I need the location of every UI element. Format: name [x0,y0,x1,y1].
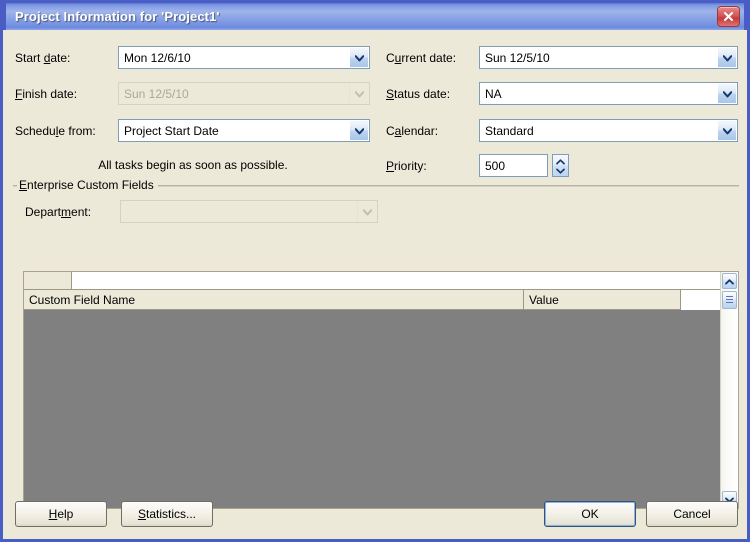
priority-row: Priority: 500 [386,154,586,177]
cancel-button[interactable]: Cancel [646,501,738,527]
scrollbar-up-button[interactable] [722,273,737,289]
status-date-row: Status date: NA [386,82,741,105]
close-icon [723,11,734,22]
chevron-up-icon [725,274,734,288]
priority-stepper[interactable]: 500 [479,154,569,177]
chevron-down-icon [362,205,372,219]
status-date-dropdown-button[interactable] [717,84,736,103]
help-button[interactable]: Help [15,501,107,527]
schedule-from-value: Project Start Date [124,123,219,138]
statistics-button[interactable]: Statistics... [121,501,213,527]
dialog-client-area: Start date: Mon 12/6/10 Finish date: Sun… [3,30,747,539]
current-date-value: Sun 12/5/10 [485,50,550,65]
start-date-row: Start date: Mon 12/6/10 [15,46,375,69]
title-bar[interactable]: Project Information for 'Project1' [3,0,747,30]
group-box-title: Enterprise Custom Fields [17,178,158,192]
finish-date-dropdown-button [349,84,368,103]
department-row: Department: [25,200,385,223]
spinner-down-button[interactable] [556,166,565,175]
finish-date-combo: Sun 12/5/10 [118,82,370,105]
department-label: Department: [25,204,92,219]
chevron-down-icon [354,124,364,138]
calendar-label: Calendar: [386,123,439,138]
current-date-dropdown-button[interactable] [717,48,736,67]
calendar-combo[interactable]: Standard [479,119,738,142]
status-date-label: Status date: [386,86,451,101]
priority-label: Priority: [386,158,427,173]
calendar-value: Standard [485,123,534,138]
chevron-down-icon [722,51,732,65]
start-date-dropdown-button[interactable] [349,48,368,67]
calendar-dropdown-button[interactable] [717,121,736,140]
schedule-from-dropdown-button[interactable] [349,121,368,140]
schedule-from-combo[interactable]: Project Start Date [118,119,370,142]
scrollbar-grip-icon [726,296,733,304]
status-date-value: NA [485,86,502,101]
start-date-value: Mon 12/6/10 [124,50,191,65]
grid-top-strip [24,272,738,290]
status-date-combo[interactable]: NA [479,82,738,105]
current-date-row: Current date: Sun 12/5/10 [386,46,741,69]
department-combo [120,200,378,223]
grid-body[interactable] [24,310,721,508]
ok-button[interactable]: OK [544,501,636,527]
scrollbar-thumb[interactable] [722,291,737,309]
current-date-label: Current date: [386,50,457,65]
column-header-custom-field-name[interactable]: Custom Field Name [24,290,524,310]
chevron-down-icon [556,163,565,177]
chevron-down-icon [354,87,364,101]
finish-date-value: Sun 12/5/10 [124,86,189,101]
calendar-row: Calendar: Standard [386,119,741,142]
window-title: Project Information for 'Project1' [15,9,220,24]
chevron-down-icon [722,124,732,138]
schedule-from-label: Schedule from: [15,123,96,138]
priority-input[interactable]: 500 [479,154,548,177]
start-date-combo[interactable]: Mon 12/6/10 [118,46,370,69]
column-header-value[interactable]: Value [524,290,681,310]
finish-date-row: Finish date: Sun 12/5/10 [15,82,375,105]
start-date-label: Start date: [15,50,71,65]
close-button[interactable] [717,6,740,27]
grid-vertical-scrollbar[interactable] [720,272,738,508]
schedule-note-text: All tasks begin as soon as possible. [98,158,288,172]
schedule-note: All tasks begin as soon as possible. [15,158,371,172]
grid-top-filler [72,272,738,290]
priority-spinner-buttons[interactable] [552,154,569,177]
current-date-combo[interactable]: Sun 12/5/10 [479,46,738,69]
priority-value: 500 [485,158,506,173]
grid-select-all-corner[interactable] [24,272,72,290]
chevron-down-icon [722,87,732,101]
schedule-from-row: Schedule from: Project Start Date [15,119,375,142]
project-information-dialog: Project Information for 'Project1' Start… [0,0,750,542]
finish-date-label: Finish date: [15,86,78,101]
chevron-down-icon [354,51,364,65]
department-dropdown-button [357,202,376,221]
custom-fields-grid[interactable]: Custom Field Name Value [23,271,739,509]
enterprise-custom-fields-group: Enterprise Custom Fields Department: Cus… [13,178,739,516]
grid-header-row: Custom Field Name Value [24,290,738,310]
